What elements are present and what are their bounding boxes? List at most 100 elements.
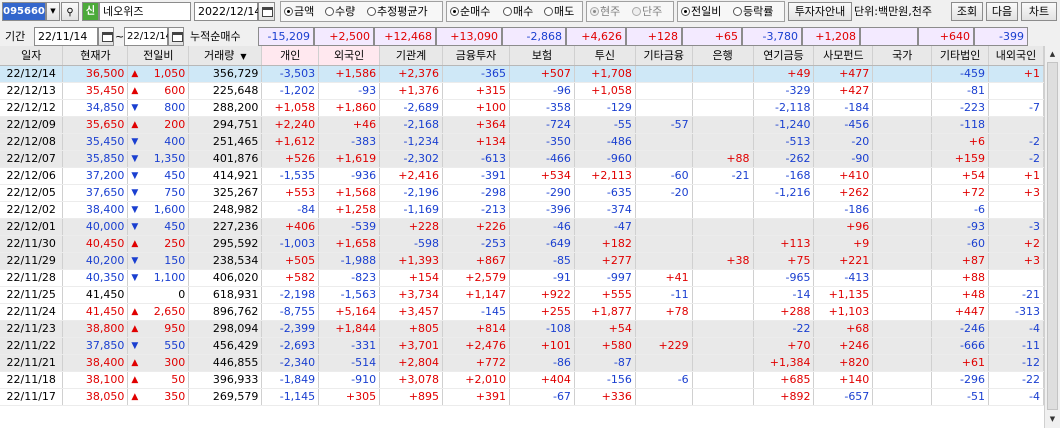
table-row[interactable]: 22/11/23 38,800 ▲ 950 298,094 -2,399 +1,844 +80… [0,320,1044,338]
cell-date: 22/11/25 [0,286,64,304]
table-row[interactable]: 22/11/17 38,050 ▲ 350 269,579 -1,145 +305 +895 +… [0,388,1044,406]
up-arrow-icon: ▲ [131,238,139,249]
cell-investor-value: -329 [753,82,815,100]
cell-investor-value: -145 [442,303,510,321]
column-header[interactable]: 금융투자 [442,46,510,66]
table-row[interactable]: 22/12/06 37,200 ▼ 450 414,921 -1,535 -936 +2,41… [0,167,1044,185]
table-row[interactable]: 22/12/07 35,850 ▼ 1,350 401,876 +526 +1,619 -2,… [0,150,1044,168]
investor-info-button[interactable]: 투자자안내 [788,2,852,21]
radio-prev-diff[interactable]: 전일비 [681,2,721,21]
cell-investor-value: -1,169 [379,201,443,219]
scroll-down-icon[interactable]: ▼ [1046,412,1059,426]
radio-avg-price[interactable]: 추정평균가 [367,2,428,21]
cell-date: 22/12/01 [0,218,64,236]
radio-quantity[interactable]: 수량 [325,2,355,21]
down-arrow-icon: ▼ [131,136,139,147]
table-row[interactable]: 22/11/24 41,450 ▲ 2,650 896,762 -8,755 +5,164 +… [0,303,1044,321]
table-row[interactable]: 22/11/29 40,200 ▼ 150 238,534 +505 -1,988 +1,39… [0,252,1044,270]
stock-search-button[interactable]: ⚲ [61,2,79,21]
cell-investor-value: -965 [753,269,815,287]
cell-investor-value: +505 [261,252,320,270]
table-row[interactable]: 22/11/30 40,450 ▲ 250 295,592 -1,003 +1,658 -59… [0,235,1044,253]
cell-investor-value: -118 [931,116,990,134]
period-start-calendar-button[interactable] [98,27,114,46]
cell-investor-value: -1,563 [318,286,381,304]
column-header[interactable]: 일자 [0,46,64,66]
column-header[interactable]: 거래량 ▼ [188,46,263,66]
cell-investor-value [692,201,754,219]
cell-investor-value: -598 [379,235,443,253]
table-row[interactable]: 22/12/08 35,450 ▼ 400 251,465 +1,612 -383 -1,23… [0,133,1044,151]
cell-investor-value [872,235,933,253]
cell-investor-value: -486 [574,133,636,151]
next-button[interactable]: 다음 [986,2,1018,21]
vertical-scrollbar[interactable]: ▲ ▼ [1044,46,1060,428]
cumulative-total-cell: -399 [974,27,1028,46]
column-header[interactable]: 개인 [261,46,320,66]
radio-sell[interactable]: 매도 [544,2,574,21]
table-row[interactable]: 22/12/01 40,000 ▼ 450 227,236 +406 -539 +228 +22… [0,218,1044,236]
cell-investor-value: -2,340 [261,354,320,372]
table-row[interactable]: 22/11/28 40,350 ▼ 1,100 406,020 +582 -823 +154 +… [0,269,1044,287]
table-row[interactable]: 22/12/13 35,450 ▲ 600 225,648 -1,202 -93 +1,376… [0,82,1044,100]
column-header[interactable]: 전일비 [127,46,190,66]
column-header[interactable]: 국가 [872,46,933,66]
table-row[interactable]: 22/11/25 41,450 0 618,931 -2,198 -1,563 +3,734… [0,286,1044,304]
cell-investor-value: +867 [442,252,510,270]
cell-investor-value: -635 [574,184,636,202]
cell-price: 35,850 [62,150,129,168]
column-header[interactable]: 내외국인 [988,46,1044,66]
cumulative-total-cell: +128 [626,27,682,46]
table-row[interactable]: 22/12/14 36,500 ▲ 1,050 356,729 -3,503 +1,586 +… [0,65,1044,83]
column-header[interactable]: 기타금융 [635,46,693,66]
column-header[interactable]: 사모펀드 [813,46,874,66]
column-header[interactable]: 투신 [574,46,636,66]
column-header[interactable]: 외국인 [318,46,381,66]
cell-investor-value [692,218,754,236]
period-end-calendar-button[interactable] [168,27,184,46]
table-row[interactable]: 22/11/18 38,100 ▲ 50 396,933 -1,849 -910 +3,078… [0,371,1044,389]
table-row[interactable]: 22/11/22 37,850 ▼ 550 456,429 -2,693 -331 +3,70… [0,337,1044,355]
table-row[interactable]: 22/12/09 35,650 ▲ 200 294,751 +2,240 +46 -2,168… [0,116,1044,134]
column-header[interactable]: 연기금등 [753,46,815,66]
radio-buy[interactable]: 매수 [503,2,533,21]
cell-investor-value: -910 [318,371,381,389]
radio-round-lot: 현주 [590,2,620,21]
dropdown-arrow-icon: ▼ [50,7,56,15]
down-arrow-icon: ▼ [131,255,139,266]
cell-change: ▲ 350 [127,388,190,406]
query-button[interactable]: 조회 [951,2,983,21]
column-header[interactable]: 보험 [509,46,575,66]
radio-change-rate[interactable]: 등락률 [733,2,773,21]
cell-investor-value [872,269,933,287]
sort-arrow-icon[interactable]: ▼ [240,52,246,61]
period-row: 기간 22/11/14 ~ 22/12/14 누적순매수 -15,209 +2,5… [0,27,1060,46]
stock-code-input[interactable]: 095660 [2,2,46,21]
column-header[interactable]: 기관계 [379,46,443,66]
table-row[interactable]: 22/11/21 38,400 ▲ 300 446,855 -2,340 -514 +2,80… [0,354,1044,372]
scroll-up-icon[interactable]: ▲ [1046,47,1059,61]
column-header[interactable]: 기타법인 [931,46,990,66]
table-row[interactable]: 22/12/02 38,400 ▼ 1,600 248,982 -84 +1,258 -1,1… [0,201,1044,219]
radio-amount[interactable]: 금액 [284,2,314,21]
cell-volume: 406,020 [188,269,263,287]
cell-volume: 288,200 [188,99,263,117]
table-row[interactable]: 22/12/05 37,650 ▼ 750 325,267 +553 +1,568 -2,19… [0,184,1044,202]
period-end-input[interactable]: 22/12/14 [124,27,172,46]
column-header[interactable]: 현재가 [62,46,129,66]
column-header[interactable]: 은행 [692,46,754,66]
cell-volume: 225,648 [188,82,263,100]
scroll-thumb[interactable] [1047,62,1058,410]
cell-investor-value: -4 [988,320,1044,338]
radio-net-buy[interactable]: 순매수 [450,2,490,21]
period-start-input[interactable]: 22/11/14 [34,27,98,46]
query-date-input[interactable]: 2022/12/14 [194,2,261,21]
cell-investor-value: -3,503 [261,65,320,83]
table-row[interactable]: 22/12/12 34,850 ▼ 800 288,200 +1,058 +1,860 -2,… [0,99,1044,117]
query-date-calendar-button[interactable] [258,2,275,21]
cell-investor-value: -539 [318,218,381,236]
stock-code-dropdown[interactable]: ▼ [46,2,60,21]
cell-investor-value: +685 [753,371,815,389]
chart-button[interactable]: 차트 [1021,2,1057,21]
cell-investor-value [692,82,754,100]
